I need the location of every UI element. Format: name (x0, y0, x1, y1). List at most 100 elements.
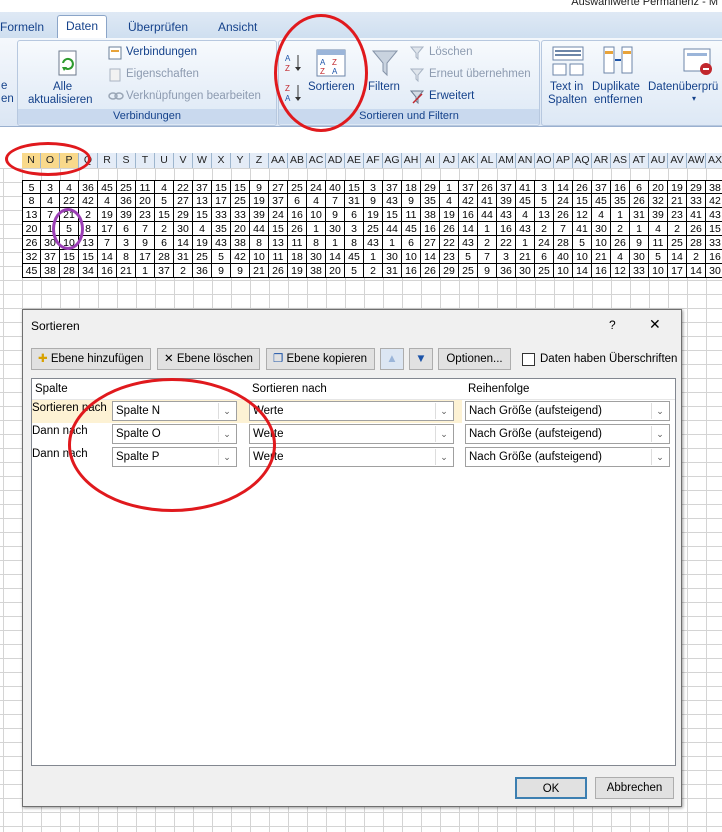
grid-cell[interactable]: 5 (459, 250, 478, 264)
grid-cell[interactable]: 5 (22, 180, 41, 194)
data-validation-dropdown-icon[interactable]: ▾ (692, 94, 696, 103)
reapply-button[interactable]: Erneut übernehmen (429, 68, 531, 80)
grid-cell[interactable]: 20 (22, 222, 41, 236)
column-header-AX[interactable]: AX (706, 153, 722, 168)
grid-cell[interactable]: 38 (706, 180, 722, 194)
grid-cell[interactable]: 2 (687, 250, 706, 264)
grid-cell[interactable]: 33 (212, 208, 231, 222)
column-header-AO[interactable]: AO (535, 153, 554, 168)
grid-cell[interactable]: 14 (421, 250, 440, 264)
grid-cell[interactable]: 25 (364, 222, 383, 236)
grid-cell[interactable]: 6 (155, 236, 174, 250)
grid-cell[interactable]: 9 (212, 264, 231, 278)
remove-duplicates-label-2[interactable]: entfernen (594, 94, 643, 106)
grid-cell[interactable]: 34 (79, 264, 98, 278)
move-down-icon[interactable]: ▼ (409, 348, 433, 370)
grid-cell[interactable]: 4 (98, 194, 117, 208)
grid-cell[interactable]: 1 (611, 208, 630, 222)
column-header-AQ[interactable]: AQ (573, 153, 592, 168)
grid-cell[interactable]: 26 (478, 180, 497, 194)
column-header-AM[interactable]: AM (497, 153, 516, 168)
grid-cell[interactable]: 33 (706, 236, 722, 250)
grid-cell[interactable]: 15 (79, 250, 98, 264)
grid-cell[interactable]: 30 (41, 236, 60, 250)
column-select[interactable]: Spalte N ⌄ (112, 401, 237, 421)
column-header-AV[interactable]: AV (668, 153, 687, 168)
grid-cell[interactable]: 4 (592, 208, 611, 222)
grid-cell[interactable]: 3 (364, 180, 383, 194)
column-header-AR[interactable]: AR (592, 153, 611, 168)
headers-checkbox[interactable] (522, 353, 535, 366)
grid-cell[interactable]: 15 (60, 250, 79, 264)
grid-cell[interactable]: 28 (554, 236, 573, 250)
grid-cell[interactable]: 37 (155, 264, 174, 278)
order-select[interactable]: Nach Größe (aufsteigend) ⌄ (465, 447, 670, 467)
grid-cell[interactable]: 30 (706, 264, 722, 278)
edit-links-button[interactable]: Verknüpfungen bearbeiten (126, 90, 261, 102)
chevron-down-icon[interactable]: ⌄ (435, 403, 452, 419)
grid-cell[interactable]: 43 (497, 208, 516, 222)
grid-cell[interactable]: 9 (250, 180, 269, 194)
grid-cell[interactable]: 9 (231, 264, 250, 278)
chevron-down-icon[interactable]: ⌄ (435, 449, 452, 465)
grid-cell[interactable]: 4 (155, 180, 174, 194)
grid-cell[interactable]: 2 (79, 208, 98, 222)
grid-cell[interactable]: 8 (22, 194, 41, 208)
grid-cell[interactable]: 39 (117, 208, 136, 222)
sort-az-icon[interactable]: AZ (285, 53, 303, 76)
grid-cell[interactable]: 43 (212, 236, 231, 250)
column-select[interactable]: Spalte O ⌄ (112, 424, 237, 444)
grid-cell[interactable]: 25 (193, 250, 212, 264)
grid-cell[interactable]: 29 (440, 264, 459, 278)
grid-cell[interactable]: 14 (326, 250, 345, 264)
grid-cell[interactable]: 31 (630, 208, 649, 222)
grid-cell[interactable]: 2 (535, 222, 554, 236)
grid-cell[interactable]: 9 (402, 194, 421, 208)
filter-button[interactable]: Filtern (368, 81, 400, 93)
grid-cell[interactable]: 41 (478, 194, 497, 208)
grid-cell[interactable]: 8 (79, 222, 98, 236)
grid-cell[interactable]: 29 (687, 180, 706, 194)
grid-cell[interactable]: 17 (668, 264, 687, 278)
grid-cell[interactable]: 23 (136, 208, 155, 222)
grid-cell[interactable]: 15 (383, 208, 402, 222)
grid-cell[interactable]: 4 (649, 222, 668, 236)
grid-cell[interactable]: 20 (326, 264, 345, 278)
tab-ansicht[interactable]: Ansicht (210, 17, 265, 37)
copy-level-button[interactable]: ❐ Ebene kopieren (266, 348, 375, 370)
ok-button[interactable]: OK (515, 777, 587, 799)
grid-cell[interactable]: 15 (155, 208, 174, 222)
chevron-down-icon[interactable]: ⌄ (218, 403, 235, 419)
grid-cell[interactable]: 32 (649, 194, 668, 208)
refresh-all-label-2[interactable]: aktualisieren (28, 94, 93, 106)
grid-cell[interactable]: 10 (402, 250, 421, 264)
column-header-AU[interactable]: AU (649, 153, 668, 168)
grid-cell[interactable]: 43 (364, 236, 383, 250)
grid-cell[interactable]: 35 (421, 194, 440, 208)
column-header-AJ[interactable]: AJ (440, 153, 459, 168)
grid-cell[interactable]: 10 (554, 264, 573, 278)
grid-cell[interactable]: 43 (706, 208, 722, 222)
grid-cell[interactable]: 10 (649, 264, 668, 278)
column-header-AI[interactable]: AI (421, 153, 440, 168)
grid-cell[interactable]: 7 (41, 208, 60, 222)
grid-cell[interactable]: 1 (364, 250, 383, 264)
grid-cell[interactable]: 32 (22, 250, 41, 264)
grid-cell[interactable]: 2 (668, 222, 687, 236)
chevron-down-icon[interactable]: ⌄ (651, 449, 668, 465)
column-header-Q[interactable]: Q (79, 153, 98, 168)
column-header-AC[interactable]: AC (307, 153, 326, 168)
grid-cell[interactable]: 11 (402, 208, 421, 222)
column-header-AP[interactable]: AP (554, 153, 573, 168)
grid-cell[interactable]: 6 (535, 250, 554, 264)
grid-cell[interactable]: 43 (516, 222, 535, 236)
grid-cell[interactable]: 15 (193, 208, 212, 222)
grid-cell[interactable]: 37 (459, 180, 478, 194)
grid-cell[interactable]: 37 (193, 180, 212, 194)
grid-cell[interactable]: 45 (345, 250, 364, 264)
grid-cell[interactable]: 4 (193, 222, 212, 236)
grid-cell[interactable]: 30 (630, 250, 649, 264)
grid-cell[interactable]: 3 (117, 236, 136, 250)
grid-cell[interactable]: 9 (326, 208, 345, 222)
column-header-AN[interactable]: AN (516, 153, 535, 168)
